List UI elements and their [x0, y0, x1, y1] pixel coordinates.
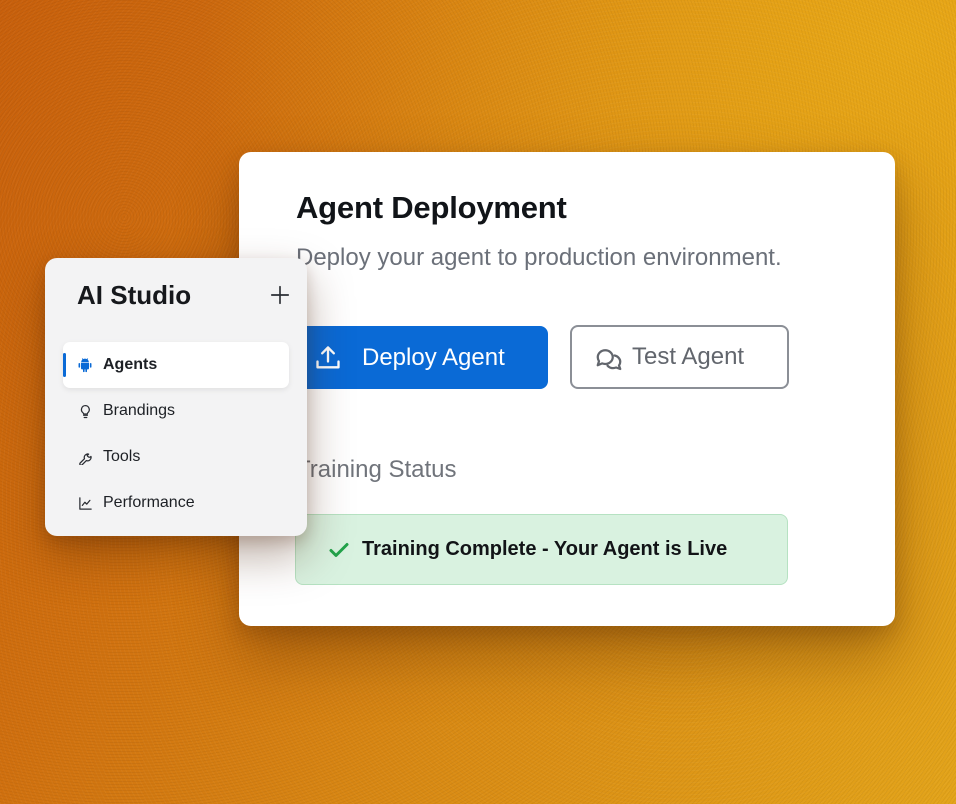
- sidebar-item-label: Brandings: [103, 402, 176, 419]
- sidebar-item-label: Agents: [103, 356, 158, 373]
- android-icon: [77, 357, 93, 373]
- sidebar-item-label: Performance: [103, 494, 195, 511]
- upload-icon: [314, 344, 342, 372]
- sidebar-item-agents[interactable]: Agents: [63, 342, 289, 388]
- active-indicator: [63, 353, 66, 377]
- page-title: Agent Deployment: [296, 190, 567, 225]
- deploy-agent-button[interactable]: Deploy Agent: [296, 326, 548, 389]
- line-chart-icon: [77, 495, 93, 511]
- sidebar-item-performance[interactable]: Performance: [63, 480, 289, 526]
- page-subtitle: Deploy your agent to production environm…: [296, 244, 782, 271]
- sidebar-item-label: Tools: [103, 448, 141, 465]
- sidebar-title: AI Studio: [77, 280, 192, 310]
- sidebar-item-brandings[interactable]: Brandings: [63, 388, 289, 434]
- training-status-heading: Training Status: [296, 456, 457, 483]
- training-status-message: Training Complete - Your Agent is Live: [362, 538, 728, 560]
- sidebar-panel: AI Studio Agents Brandings Tools Perform…: [45, 258, 307, 536]
- test-agent-label: Test Agent: [632, 343, 745, 370]
- training-status-banner: Training Complete - Your Agent is Live: [295, 514, 788, 585]
- lightbulb-icon: [77, 403, 93, 419]
- wrench-icon: [77, 449, 93, 465]
- plus-icon: [269, 284, 291, 306]
- sidebar-item-tools[interactable]: Tools: [63, 434, 289, 480]
- deployment-card: Agent Deployment Deploy your agent to pr…: [239, 152, 895, 626]
- add-button[interactable]: [267, 282, 293, 308]
- chat-bubbles-icon: [594, 344, 624, 374]
- test-agent-button[interactable]: Test Agent: [570, 325, 789, 389]
- deploy-agent-label: Deploy Agent: [362, 343, 505, 371]
- check-icon: [326, 537, 352, 563]
